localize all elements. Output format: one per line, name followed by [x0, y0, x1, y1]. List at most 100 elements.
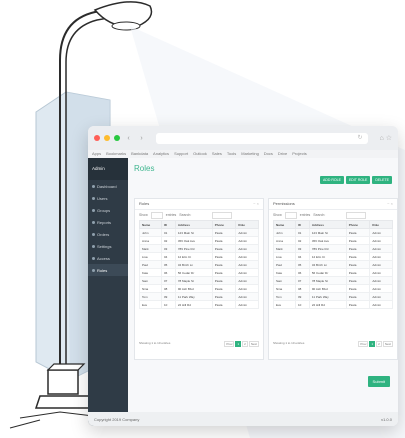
- table-row[interactable]: Lisa 04 12 Elm Ct Pasta Admin: [139, 252, 259, 261]
- column-header[interactable]: Name: [139, 220, 162, 229]
- bookmark-item[interactable]: Marketing: [241, 150, 259, 158]
- bookmark-item[interactable]: Apps: [92, 150, 101, 158]
- page-button[interactable]: Prev: [224, 341, 235, 347]
- panel-header: Permissions − ×: [269, 199, 397, 210]
- table-row[interactable]: Eve 10 22 Hill Rd Pasta Admin: [139, 300, 259, 309]
- column-header[interactable]: Role: [235, 220, 259, 229]
- bookmark-item[interactable]: Outlook: [193, 150, 207, 158]
- column-header[interactable]: Role: [369, 220, 393, 229]
- column-header[interactable]: Phone: [211, 220, 237, 229]
- page-button[interactable]: Prev: [358, 341, 369, 347]
- table-row[interactable]: Kate 06 56 Cedar Dr Pasta Admin: [139, 268, 259, 277]
- table-row[interactable]: Paul 05 34 Birch Ln Pasta Admin: [273, 260, 393, 269]
- table-cell: 11 Park Way: [174, 292, 213, 301]
- page-button[interactable]: Next: [248, 341, 259, 347]
- table-row[interactable]: Sam 07 78 Maple St Pasta Admin: [139, 276, 259, 285]
- bookmark-item[interactable]: Sales: [212, 150, 222, 158]
- table-cell: Admin: [235, 244, 259, 253]
- table-row[interactable]: Mark 03 789 Pine Rd Pasta Admin: [273, 244, 393, 253]
- entries-select[interactable]: [284, 211, 297, 219]
- bookmark-item[interactable]: Tools: [227, 150, 236, 158]
- table-cell: 08: [160, 284, 176, 293]
- page-button[interactable]: 1: [369, 341, 376, 347]
- table-row[interactable]: Nina 08 90 Ash Blvd Pasta Admin: [139, 284, 259, 293]
- table-cell: 22 Hill Rd: [174, 300, 213, 309]
- sidebar-item-users[interactable]: Users: [88, 192, 128, 204]
- table-row[interactable]: Mark 03 789 Pine Rd Pasta Admin: [139, 244, 259, 253]
- table-row[interactable]: John 01 123 Main St Pasta Admin: [273, 228, 393, 237]
- action-button[interactable]: ADD ROLE: [320, 176, 344, 184]
- column-header[interactable]: ID: [160, 220, 176, 229]
- table-row[interactable]: Eve 10 22 Hill Rd Pasta Admin: [273, 300, 393, 309]
- table-header-row: Name ID Address Phone Role: [273, 220, 393, 229]
- action-button[interactable]: EDIT ROLE: [345, 176, 371, 184]
- table-row[interactable]: Sam 07 78 Maple St Pasta Admin: [273, 276, 393, 285]
- back-icon[interactable]: ‹: [124, 135, 133, 142]
- bookmark-item[interactable]: Analytics: [153, 150, 169, 158]
- page-button[interactable]: 2: [242, 341, 248, 347]
- address-bar[interactable]: ↻: [156, 132, 368, 144]
- table-row[interactable]: Nina 08 90 Ash Blvd Pasta Admin: [273, 284, 393, 293]
- table-cell: 09: [160, 292, 176, 301]
- sidebar-item-dashboard[interactable]: Dashboard: [88, 180, 128, 192]
- page-button[interactable]: 2: [376, 341, 382, 347]
- table-cell: 789 Pine Rd: [174, 244, 213, 253]
- table-row[interactable]: Paul 05 34 Birch Ln Pasta Admin: [139, 260, 259, 269]
- bookmark-item[interactable]: Bankdata: [131, 150, 148, 158]
- bookmark-item[interactable]: Support: [174, 150, 188, 158]
- column-header[interactable]: ID: [294, 220, 310, 229]
- panel-tools-icon[interactable]: − ×: [253, 199, 259, 209]
- submit-button[interactable]: Submit: [367, 376, 390, 387]
- page-button[interactable]: Next: [382, 341, 393, 347]
- column-header[interactable]: Phone: [345, 220, 371, 229]
- bookmark-item[interactable]: Drive: [278, 150, 287, 158]
- page-button[interactable]: 1: [235, 341, 242, 347]
- table-row[interactable]: Tom 09 11 Park Way Pasta Admin: [139, 292, 259, 301]
- sidebar-brand[interactable]: Admin: [88, 158, 128, 180]
- close-dot[interactable]: [94, 135, 100, 141]
- table-cell: 90 Ash Blvd: [308, 284, 347, 293]
- table-cell: Pasta: [345, 276, 371, 285]
- entries-select[interactable]: [150, 211, 163, 219]
- table-cell: Pasta: [345, 244, 371, 253]
- search-input[interactable]: [346, 211, 367, 219]
- table-row[interactable]: Anna 02 456 Oak Ave Pasta Admin: [273, 236, 393, 245]
- table-cell: Pasta: [345, 228, 371, 237]
- reload-icon[interactable]: ↻: [358, 133, 363, 144]
- table-row[interactable]: Kate 06 56 Cedar Dr Pasta Admin: [273, 268, 393, 277]
- status-right: v1.0.0: [381, 416, 392, 422]
- bullet-icon: [92, 208, 95, 212]
- bookmark-item[interactable]: Projects: [292, 150, 306, 158]
- sidebar-item-orders[interactable]: Orders: [88, 228, 128, 240]
- table-cell: 789 Pine Rd: [308, 244, 347, 253]
- table-cell: Admin: [369, 244, 393, 253]
- table-cell: Kate: [139, 268, 162, 277]
- column-header[interactable]: Name: [273, 220, 296, 229]
- sidebar-item-roles[interactable]: Roles: [88, 264, 128, 276]
- search-input[interactable]: [212, 211, 233, 219]
- sidebar-item-settings[interactable]: Settings: [88, 240, 128, 252]
- sidebar-item-groups[interactable]: Groups: [88, 204, 128, 216]
- table-cell: 08: [294, 284, 310, 293]
- panel-tools-icon[interactable]: − ×: [387, 199, 393, 209]
- bookmark-item[interactable]: Bookmarks: [106, 150, 126, 158]
- minimize-dot[interactable]: [104, 135, 110, 141]
- sidebar-item-access[interactable]: Access: [88, 252, 128, 264]
- table-cell: John: [273, 228, 296, 237]
- table-cell: 123 Main St: [308, 228, 347, 237]
- table-row[interactable]: John 01 123 Main St Pasta Admin: [139, 228, 259, 237]
- table-row[interactable]: Tom 09 11 Park Way Pasta Admin: [273, 292, 393, 301]
- column-header[interactable]: Address: [308, 220, 347, 229]
- bullet-icon: [92, 256, 95, 260]
- forward-icon[interactable]: ›: [137, 135, 146, 142]
- table-cell: Paul: [273, 260, 296, 269]
- column-header[interactable]: Address: [174, 220, 213, 229]
- toolbar-icons[interactable]: ⌂ ☆: [380, 134, 392, 142]
- maximize-dot[interactable]: [114, 135, 120, 141]
- sidebar-item-reports[interactable]: Reports: [88, 216, 128, 228]
- bookmark-item[interactable]: Docs: [264, 150, 273, 158]
- table-filter: Show entries Search:: [135, 210, 263, 220]
- action-button[interactable]: DELETE: [372, 176, 392, 184]
- table-row[interactable]: Anna 02 456 Oak Ave Pasta Admin: [139, 236, 259, 245]
- table-row[interactable]: Lisa 04 12 Elm Ct Pasta Admin: [273, 252, 393, 261]
